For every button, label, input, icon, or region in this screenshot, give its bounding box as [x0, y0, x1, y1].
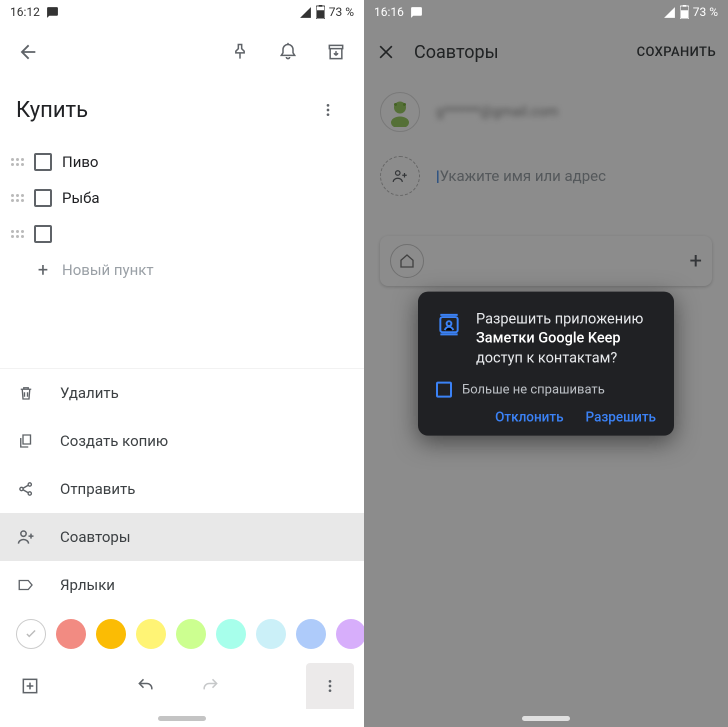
- menu-label: Удалить: [60, 384, 119, 402]
- dont-ask-label: Больше не спрашивать: [462, 382, 605, 397]
- dialog-message: Разрешить приложению Заметки Google Keep…: [476, 309, 656, 368]
- reminder-button[interactable]: [268, 32, 308, 72]
- color-swatch[interactable]: [136, 619, 166, 649]
- close-button[interactable]: [376, 32, 396, 72]
- drag-handle-icon[interactable]: [10, 194, 24, 202]
- archive-button[interactable]: [316, 32, 356, 72]
- owner-avatar: [380, 92, 420, 132]
- drag-handle-icon[interactable]: [10, 230, 24, 238]
- checklist-item[interactable]: Пиво: [10, 144, 352, 180]
- collab-title: Соавторы: [414, 42, 619, 63]
- collab-toolbar: Соавторы СОХРАНИТЬ: [364, 24, 728, 80]
- add-box-button[interactable]: [10, 666, 50, 706]
- checklist-item[interactable]: [10, 216, 352, 252]
- nav-pill[interactable]: [158, 716, 206, 721]
- collaborators-content: Соавторы СОХРАНИТЬ g******@gmail.com |Ук…: [364, 24, 728, 286]
- person-add-icon: [380, 156, 420, 196]
- note-options-sheet: Удалить Создать копию Отправить Соавторы…: [0, 368, 364, 663]
- status-time: 16:16: [374, 5, 404, 19]
- battery-icon: [316, 5, 325, 19]
- collaborators-screen: 16:16 73 % Соавторы СОХРАНИТЬ: [364, 0, 728, 727]
- menu-label: Ярлыки: [60, 576, 115, 594]
- plus-icon: +: [34, 260, 52, 281]
- bottom-toolbar: [0, 663, 364, 709]
- status-battery: 73 %: [329, 5, 354, 19]
- checkbox[interactable]: [34, 225, 52, 243]
- status-bar: 16:12 73 %: [0, 0, 364, 24]
- redo-button[interactable]: [190, 666, 230, 706]
- color-swatch[interactable]: [256, 619, 286, 649]
- nav-bar: [364, 709, 728, 727]
- note-title-row: Купить: [0, 80, 364, 144]
- menu-send[interactable]: Отправить: [0, 465, 364, 513]
- share-icon: [16, 480, 36, 498]
- status-battery: 73 %: [693, 5, 718, 19]
- notification-icon: [46, 6, 59, 19]
- save-button[interactable]: СОХРАНИТЬ: [637, 45, 716, 60]
- back-button[interactable]: [8, 32, 48, 72]
- more-options-button[interactable]: [306, 663, 354, 709]
- battery-icon: [680, 5, 689, 19]
- color-swatch[interactable]: [56, 619, 86, 649]
- color-swatch[interactable]: [216, 619, 246, 649]
- note-more-button[interactable]: [308, 90, 348, 130]
- nav-bar: [0, 709, 364, 727]
- signal-icon: [663, 6, 676, 19]
- dont-ask-row[interactable]: Больше не спрашивать: [436, 382, 656, 398]
- note-toolbar: [0, 24, 364, 80]
- deny-button[interactable]: Отклонить: [495, 410, 563, 426]
- drag-handle-icon[interactable]: [10, 158, 24, 166]
- undo-button[interactable]: [126, 666, 166, 706]
- color-swatch[interactable]: [176, 619, 206, 649]
- person-add-icon: [16, 527, 36, 547]
- color-picker-row: [0, 609, 364, 663]
- pin-button[interactable]: [220, 32, 260, 72]
- signal-icon: [299, 6, 312, 19]
- menu-label: Создать копию: [60, 432, 168, 450]
- checklist: Пиво Рыба + Новый пункт: [0, 144, 364, 288]
- color-swatch-white[interactable]: [16, 619, 46, 649]
- keep-note-screen: 16:12 73 %: [0, 0, 364, 727]
- plus-icon: +: [690, 249, 702, 274]
- checkbox[interactable]: [34, 189, 52, 207]
- copy-icon: [16, 432, 36, 450]
- owner-email: g******@gmail.com: [436, 104, 558, 120]
- menu-copy[interactable]: Создать копию: [0, 417, 364, 465]
- background-card: +: [380, 236, 712, 286]
- new-item-row[interactable]: + Новый пункт: [10, 252, 352, 288]
- status-bar: 16:16 73 %: [364, 0, 728, 24]
- checklist-item-label[interactable]: Пиво: [62, 153, 99, 171]
- menu-label: Отправить: [60, 480, 135, 498]
- color-swatch[interactable]: [336, 619, 364, 649]
- checklist-item-label[interactable]: Рыба: [62, 189, 100, 207]
- trash-icon: [16, 384, 36, 402]
- color-swatch[interactable]: [96, 619, 126, 649]
- color-swatch[interactable]: [296, 619, 326, 649]
- new-item-placeholder: Новый пункт: [62, 261, 154, 279]
- add-collaborator-row[interactable]: |Укажите имя или адрес: [364, 144, 728, 208]
- note-title[interactable]: Купить: [16, 98, 88, 123]
- notification-icon: [410, 6, 423, 19]
- menu-labels[interactable]: Ярлыки: [0, 561, 364, 609]
- menu-label: Соавторы: [60, 528, 131, 546]
- checklist-item[interactable]: Рыба: [10, 180, 352, 216]
- permission-dialog: Разрешить приложению Заметки Google Keep…: [418, 291, 674, 436]
- allow-button[interactable]: Разрешить: [586, 410, 656, 426]
- contacts-icon: [436, 311, 462, 368]
- home-icon: [390, 244, 424, 278]
- nav-pill[interactable]: [522, 716, 570, 721]
- menu-collaborators[interactable]: Соавторы: [0, 513, 364, 561]
- checkbox[interactable]: [436, 382, 452, 398]
- status-time: 16:12: [10, 5, 40, 19]
- label-icon: [16, 576, 36, 594]
- collaborator-input[interactable]: |Укажите имя или адрес: [436, 167, 606, 185]
- owner-row: g******@gmail.com: [364, 80, 728, 144]
- menu-delete[interactable]: Удалить: [0, 369, 364, 417]
- checkbox[interactable]: [34, 153, 52, 171]
